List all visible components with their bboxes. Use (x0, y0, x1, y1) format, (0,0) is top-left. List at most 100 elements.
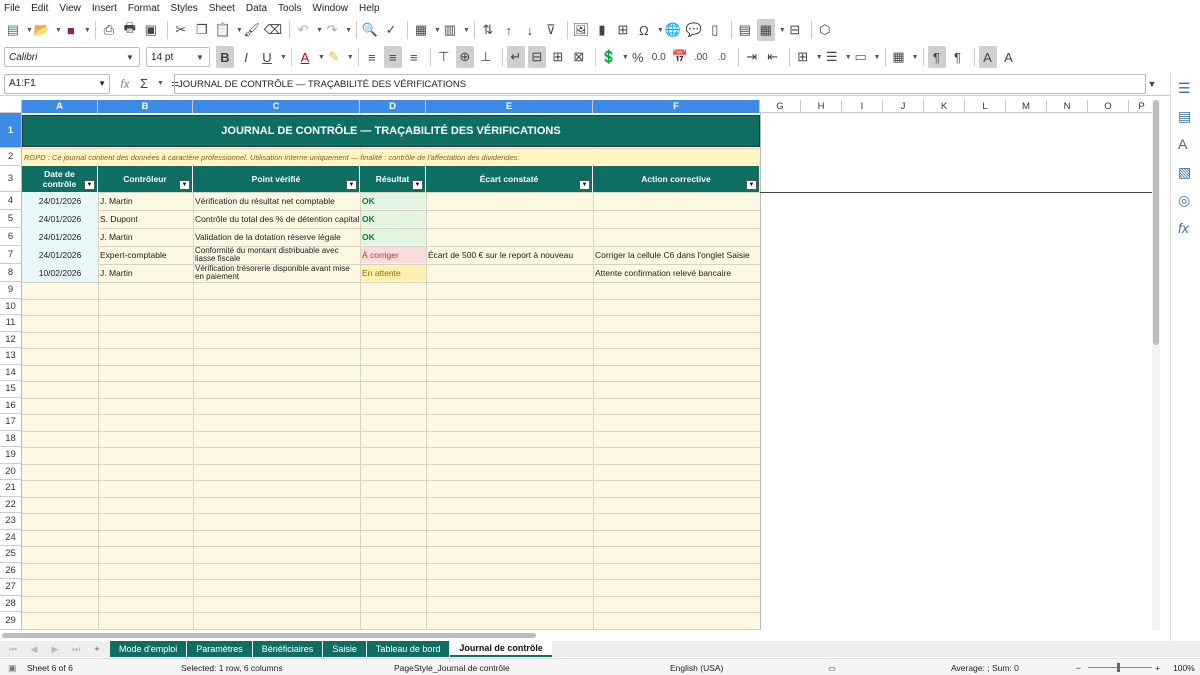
bold-icon[interactable]: B (216, 46, 234, 68)
table-cell[interactable]: Écart de 500 € sur le report à nouveau (427, 246, 593, 264)
vertical-scrollbar[interactable] (1152, 100, 1160, 630)
formula-input[interactable]: JOURNAL DE CONTRÔLE — TRAÇABILITÉ DES VÉ… (174, 74, 1146, 94)
row-header[interactable]: 7 (0, 246, 22, 264)
border-style-icon[interactable]: ☰ (823, 46, 841, 68)
row-header[interactable]: 19 (0, 447, 22, 464)
increase-indent-icon[interactable]: ⇥ (743, 46, 761, 68)
font-name-box[interactable]: Calibri ▼ (4, 47, 140, 67)
menu-tools[interactable]: Tools (278, 3, 301, 14)
text-rtl-icon[interactable]: ¶ (949, 46, 967, 68)
first-sheet-icon[interactable]: ⏮ (4, 638, 22, 660)
currency-format-icon[interactable]: 💲 (600, 46, 618, 68)
define-print-area-icon[interactable]: ▤ (736, 19, 754, 41)
status-badge[interactable]: OK (361, 229, 426, 245)
table-cell[interactable]: 24/01/2026 (22, 192, 98, 210)
column-header[interactable]: J (883, 100, 924, 113)
clone-formatting-icon[interactable]: 🖌 (243, 19, 261, 41)
filter-dropdown-icon[interactable]: ▼ (579, 180, 590, 190)
text-vertical-icon[interactable]: A (1000, 46, 1018, 68)
sort-icon[interactable]: ⇅ (479, 19, 497, 41)
table-cell[interactable] (427, 228, 593, 246)
row-header[interactable]: 1 (0, 113, 22, 148)
table-cell[interactable]: 10/02/2026 (22, 264, 98, 282)
chevron-down-icon[interactable]: ▼ (191, 48, 209, 66)
menu-file[interactable]: File (4, 3, 20, 14)
redo-icon[interactable]: ↷ (323, 19, 341, 41)
chevron-down-icon[interactable]: ▼ (121, 48, 139, 66)
menu-edit[interactable]: Edit (31, 3, 48, 14)
zoom-slider-thumb[interactable] (1117, 663, 1120, 672)
add-sheet-icon[interactable]: + (88, 638, 106, 660)
menu-styles[interactable]: Styles (171, 3, 198, 14)
menu-format[interactable]: Format (128, 3, 160, 14)
borders-icon[interactable]: ⊞ (794, 46, 812, 68)
merge-center-icon[interactable]: ⊟ (527, 46, 546, 68)
freeze-rows-columns-icon[interactable]: ▦ (756, 19, 775, 41)
italic-icon[interactable]: I (237, 46, 255, 68)
menu-data[interactable]: Data (246, 3, 267, 14)
autofilter-icon[interactable]: ⊽ (542, 19, 560, 41)
align-middle-icon[interactable]: ⊕ (455, 46, 474, 68)
row-header[interactable]: 4 (0, 192, 22, 210)
table-cell[interactable]: 24/01/2026 (22, 228, 98, 246)
date-format-icon[interactable]: 📅 (671, 46, 689, 68)
column-icon[interactable]: ▥ (441, 19, 459, 41)
table-cell[interactable]: Vérification trésorerie disponible avant… (194, 264, 360, 282)
properties-icon[interactable]: ▤ (1178, 108, 1191, 125)
conditional-format-icon[interactable]: ▦ (890, 46, 908, 68)
table-cell[interactable]: S. Dupont (99, 210, 193, 228)
name-box[interactable]: A1:F1 ▼ (4, 73, 110, 94)
header-footer-icon[interactable]: ▯ (706, 19, 724, 41)
table-cell[interactable]: 24/01/2026 (22, 246, 98, 264)
selection-mode-icon[interactable]: ▭ (828, 663, 836, 674)
language[interactable]: English (USA) (670, 663, 723, 673)
column-header[interactable]: K (924, 100, 965, 113)
column-header[interactable]: M (1006, 100, 1047, 113)
row-header[interactable]: 15 (0, 381, 22, 398)
page-style[interactable]: PageStyle_Journal de contrôle (394, 663, 510, 673)
column-header[interactable]: F (593, 100, 760, 113)
row-header[interactable]: 29 (0, 612, 22, 630)
decrease-indent-icon[interactable]: ⇤ (764, 46, 782, 68)
align-top-icon[interactable]: ⊤ (435, 46, 453, 68)
table-cell[interactable]: Contrôle du total des % de détention cap… (194, 210, 360, 228)
tab-tableau-de-bord[interactable]: Tableau de bord (366, 641, 450, 657)
column-header[interactable]: L (965, 100, 1006, 113)
sheet-title[interactable]: JOURNAL DE CONTRÔLE — TRAÇABILITÉ DES VÉ… (22, 115, 760, 147)
row-header[interactable]: 2 (0, 148, 22, 166)
header-gap[interactable]: Écart constaté ▼ (426, 166, 593, 192)
row-header[interactable]: 10 (0, 298, 22, 315)
split-window-icon[interactable]: ⊟ (786, 19, 804, 41)
font-color-icon[interactable]: A (296, 46, 314, 68)
text-horizontal-icon[interactable]: A (978, 46, 997, 68)
hyperlink-icon[interactable]: 🌐 (664, 19, 682, 41)
highlight-color-icon[interactable]: ✎ (325, 46, 343, 68)
row-header[interactable]: 20 (0, 463, 22, 480)
align-bottom-icon[interactable]: ⊥ (477, 46, 495, 68)
insert-chart-icon[interactable]: ▮ (593, 19, 611, 41)
show-draw-functions-icon[interactable]: ⬡ (816, 19, 834, 41)
table-cell[interactable]: Vérification du résultat net comptable (194, 192, 360, 210)
copy-icon[interactable]: ❐ (193, 19, 211, 41)
sum-icon[interactable]: Σ (135, 73, 153, 95)
next-sheet-icon[interactable]: ▶ (46, 638, 64, 660)
table-cell[interactable]: J. Martin (99, 264, 193, 282)
row-header[interactable]: 26 (0, 562, 22, 579)
row-header[interactable]: 3 (0, 166, 22, 192)
table-cell[interactable]: Expert-comptable (99, 246, 193, 264)
table-cell[interactable] (427, 210, 593, 228)
open-icon[interactable]: 📂 (33, 19, 51, 41)
filter-dropdown-icon[interactable]: ▼ (84, 180, 95, 190)
column-header[interactable]: D (360, 100, 426, 113)
filter-dropdown-icon[interactable]: ▼ (179, 180, 190, 190)
undo-icon[interactable]: ↶ (294, 19, 312, 41)
column-header[interactable]: H (801, 100, 842, 113)
table-cell[interactable]: 24/01/2026 (22, 210, 98, 228)
row-header[interactable]: 12 (0, 331, 22, 348)
underline-icon[interactable]: U (258, 46, 276, 68)
cut-icon[interactable]: ✂ (172, 19, 190, 41)
column-header[interactable]: N (1047, 100, 1088, 113)
filter-dropdown-icon[interactable]: ▼ (746, 180, 757, 190)
special-character-icon[interactable]: Ω (635, 19, 653, 41)
sort-descending-icon[interactable]: ↓ (521, 19, 539, 41)
